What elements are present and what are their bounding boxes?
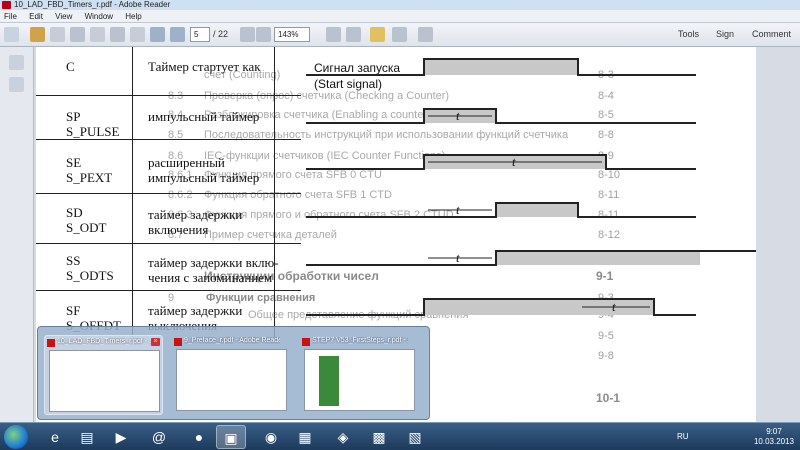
thumbnails-panel-icon[interactable] xyxy=(9,55,24,70)
system-clock[interactable]: 9:07 10.03.2013 xyxy=(752,427,796,447)
open-icon[interactable] xyxy=(4,27,19,42)
toolbar: 5 / 22 143% Tools Sign Comment xyxy=(0,23,800,47)
pdf-icon xyxy=(302,338,310,346)
pdf-icon xyxy=(47,339,55,347)
pdf-app-icon xyxy=(2,1,11,9)
app-icon[interactable]: ▦ xyxy=(290,425,320,449)
fit-width-icon[interactable] xyxy=(346,27,361,42)
menu-edit[interactable]: Edit xyxy=(29,12,43,21)
media-player-icon[interactable]: ▶ xyxy=(106,425,136,449)
fit-page-icon[interactable] xyxy=(326,27,341,42)
thumbnail-window[interactable]: STEP7 V53_FirstSteps_r.pdf - Ad... xyxy=(300,335,419,415)
menu-window[interactable]: Window xyxy=(85,12,113,21)
thumbnail-image xyxy=(49,350,160,412)
clock-date: 10.03.2013 xyxy=(753,437,795,446)
close-icon[interactable]: × xyxy=(151,338,160,346)
clock-time: 9:07 xyxy=(766,427,782,436)
page-total: / 22 xyxy=(213,29,229,39)
thumbnail-title: 9_Preface_r.pdf - Adobe Reader xyxy=(184,337,280,344)
t-label: t xyxy=(612,299,616,314)
comment-icon[interactable] xyxy=(130,27,145,42)
t-label: t xyxy=(456,250,460,265)
create-icon[interactable] xyxy=(30,27,45,42)
ie-icon[interactable]: e xyxy=(40,425,70,449)
menu-view[interactable]: View xyxy=(55,12,72,21)
t-label: t xyxy=(456,108,460,123)
app-icon[interactable]: ▩ xyxy=(364,425,394,449)
thumbnail-window[interactable]: 10_LAD_FBD_Timers_r.pdf - ... × xyxy=(44,335,163,415)
zoom-in-icon[interactable] xyxy=(256,27,271,42)
print-icon[interactable] xyxy=(70,27,85,42)
page-number-input[interactable]: 5 xyxy=(190,27,210,42)
taskbar: e ▤ ▶ @ ● ▣ ◉ ▦ ◈ ▩ ▧ RU 9:07 10.03.2013 xyxy=(0,422,800,450)
comment-button[interactable]: Comment xyxy=(752,29,791,39)
taskbar-thumbnail-preview: 10_LAD_FBD_Timers_r.pdf - ... × 9_Prefac… xyxy=(37,326,430,420)
disc-icon[interactable]: ◉ xyxy=(256,425,286,449)
thumbnail-window[interactable]: 9_Preface_r.pdf - Adobe Reader xyxy=(172,335,291,415)
zoom-input[interactable]: 143% xyxy=(274,27,310,42)
signal-fill xyxy=(424,59,578,75)
app-icon[interactable]: ◈ xyxy=(328,425,358,449)
window-titlebar[interactable]: 10_LAD_FBD_Timers_r.pdf - Adobe Reader xyxy=(0,0,800,10)
t-label: t xyxy=(456,202,460,217)
start-button[interactable] xyxy=(4,425,28,449)
email-icon[interactable] xyxy=(90,27,105,42)
language-indicator[interactable]: RU xyxy=(677,432,689,441)
sign-icon[interactable] xyxy=(392,27,407,42)
zoom-out-icon[interactable] xyxy=(240,27,255,42)
thumbnail-title: STEP7 V53_FirstSteps_r.pdf - Ad... xyxy=(312,337,408,344)
highlight-icon[interactable] xyxy=(370,27,385,42)
window-title: 10_LAD_FBD_Timers_r.pdf - Adobe Reader xyxy=(14,0,171,9)
menu-help[interactable]: Help xyxy=(125,12,141,21)
folder-icon[interactable]: ▤ xyxy=(72,425,102,449)
sign-button[interactable]: Sign xyxy=(716,29,734,39)
cloud-icon[interactable] xyxy=(110,27,125,42)
navigation-panel xyxy=(0,47,34,422)
signal-fill xyxy=(496,203,578,217)
t-label: t xyxy=(512,154,516,169)
save-icon[interactable] xyxy=(50,27,65,42)
thumbnail-image xyxy=(304,349,415,411)
thumbnail-image xyxy=(176,349,287,411)
adobe-reader-taskbar-icon[interactable]: ▣ xyxy=(216,425,246,449)
firefox-icon[interactable]: ● xyxy=(184,425,214,449)
menu-bar: File Edit View Window Help xyxy=(0,10,800,23)
app-icon[interactable]: ▧ xyxy=(400,425,430,449)
attachments-icon[interactable] xyxy=(9,77,24,92)
prev-page-icon[interactable] xyxy=(150,27,165,42)
mail-agent-icon[interactable]: @ xyxy=(144,425,174,449)
menu-file[interactable]: File xyxy=(4,12,17,21)
thumbnail-title: 10_LAD_FBD_Timers_r.pdf - ... xyxy=(57,338,153,345)
tool-icon[interactable] xyxy=(418,27,433,42)
tools-button[interactable]: Tools xyxy=(678,29,699,39)
pulse-waveform xyxy=(306,108,696,124)
next-page-icon[interactable] xyxy=(170,27,185,42)
pdf-icon xyxy=(174,338,182,346)
signal-fill xyxy=(496,251,700,265)
